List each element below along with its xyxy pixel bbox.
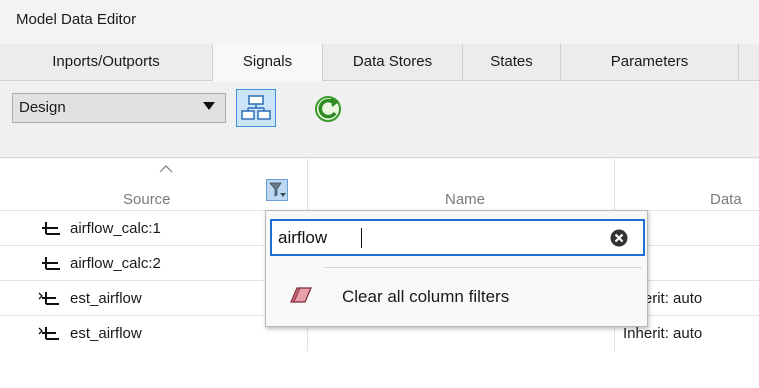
refresh-icon <box>315 96 341 122</box>
source-cell[interactable]: airflow_calc:1 <box>0 211 308 246</box>
chevron-down-icon <box>203 102 215 110</box>
text-caret <box>361 228 362 248</box>
clear-all-filters-label: Clear all column filters <box>342 287 510 306</box>
popup-divider <box>324 267 642 268</box>
source-cell[interactable]: airflow_calc:2 <box>0 246 308 281</box>
table-header: Source Name Data <box>0 159 759 210</box>
source-label: airflow_calc:2 <box>70 255 161 272</box>
title-bar: Model Data Editor <box>0 0 759 44</box>
column-header-data[interactable]: Data <box>615 159 759 210</box>
view-select[interactable]: Design <box>12 93 226 123</box>
source-label: airflow_calc:1 <box>70 220 161 237</box>
window-title: Model Data Editor <box>16 11 137 28</box>
filter-input-box[interactable] <box>270 219 645 256</box>
hierarchy-toggle-button[interactable] <box>236 89 276 127</box>
eraser-icon <box>290 287 312 303</box>
column-header-name-label: Name <box>445 191 486 208</box>
hierarchy-icon <box>241 95 271 120</box>
tab-data-stores[interactable]: Data Stores <box>323 44 463 81</box>
signal-input-output-icon <box>38 292 59 305</box>
refresh-button[interactable] <box>308 89 348 127</box>
tab-inports-outports[interactable]: Inports/Outports <box>0 44 213 81</box>
clear-input-icon[interactable] <box>610 229 628 247</box>
sort-ascending-icon <box>159 165 173 173</box>
column-filter-popup: Clear all column filters <box>265 210 648 327</box>
source-label: est_airflow <box>70 290 142 307</box>
view-select-value: Design <box>19 99 66 116</box>
column-header-name[interactable]: Name <box>308 159 615 210</box>
data-label: Inherit: auto <box>623 325 703 342</box>
source-cell[interactable]: est_airflow <box>0 281 308 316</box>
filter-input[interactable] <box>278 227 578 249</box>
source-label: est_airflow <box>70 325 142 342</box>
column-header-data-label: Data <box>710 191 742 208</box>
tab-signals[interactable]: Signals <box>213 44 323 82</box>
signal-output-icon <box>42 257 60 270</box>
column-filter-button[interactable] <box>266 179 288 201</box>
signal-input-output-icon <box>38 327 59 340</box>
column-header-source-label: Source <box>123 191 171 208</box>
tab-parameters[interactable]: Parameters <box>561 44 739 81</box>
filter-icon <box>269 182 286 197</box>
signal-output-icon <box>42 222 60 235</box>
clear-all-filters-item[interactable]: Clear all column filters <box>266 277 647 317</box>
tab-strip: Inports/Outports Signals Data Stores Sta… <box>0 44 759 82</box>
toolbar: Design <box>0 82 759 158</box>
column-header-source[interactable]: Source <box>0 159 308 210</box>
tab-states[interactable]: States <box>463 44 561 81</box>
source-cell[interactable]: est_airflow <box>0 316 308 351</box>
